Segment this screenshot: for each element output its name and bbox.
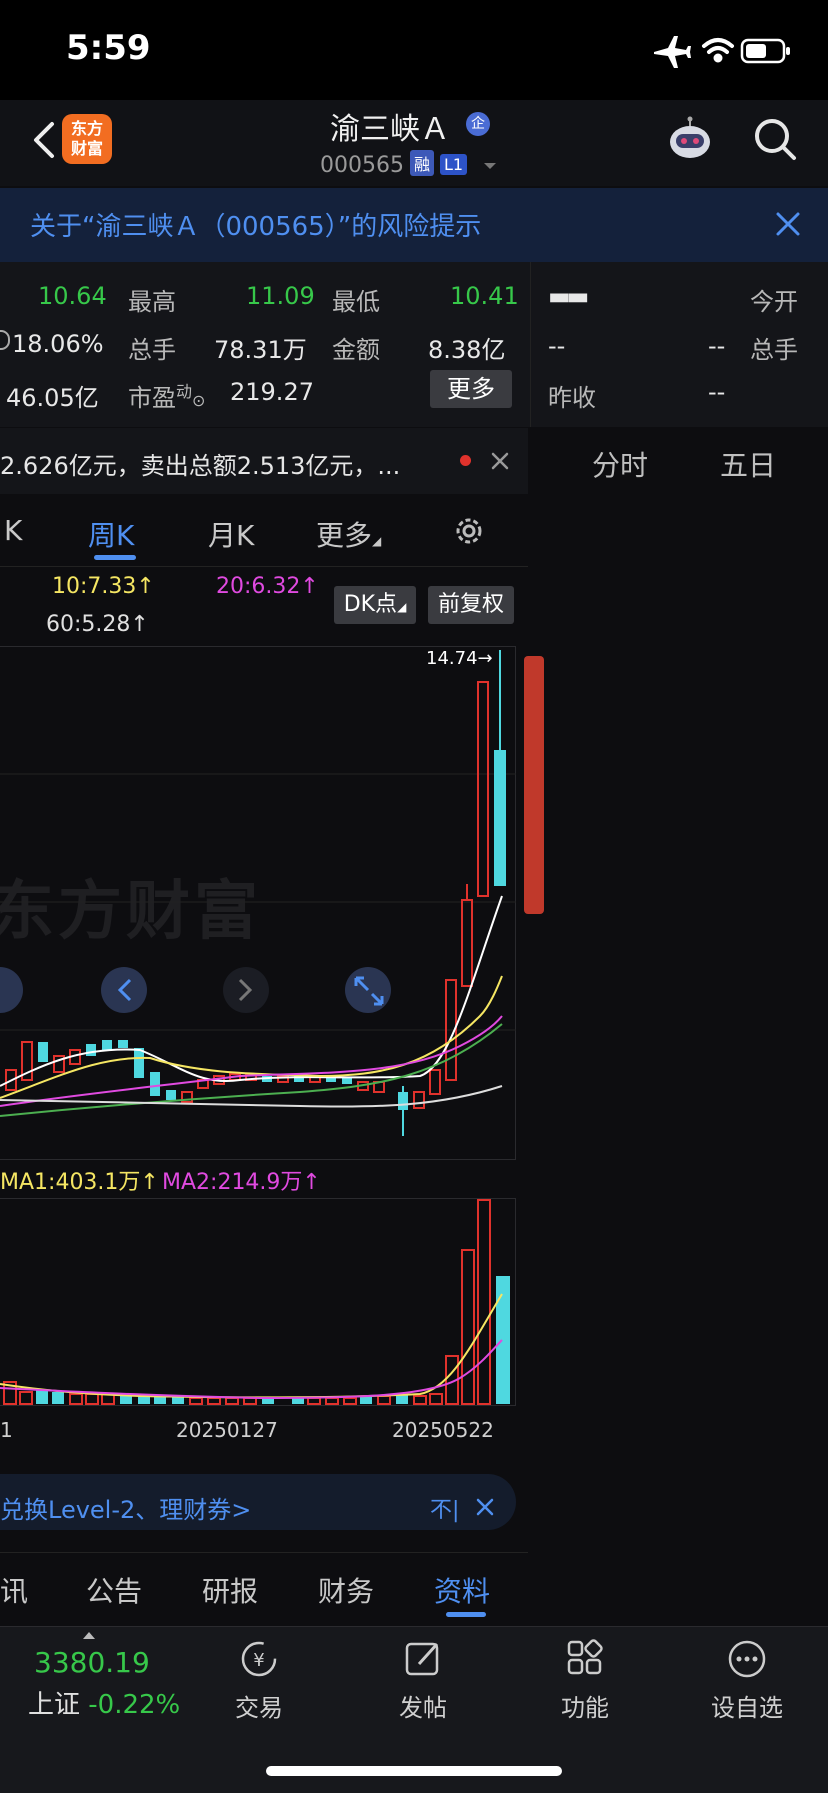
airplane-icon [654,36,691,68]
volume-value: 78.31万 [214,336,307,364]
tab-announcements[interactable]: 公告 [86,1570,142,1610]
tab-research[interactable]: 研报 [202,1570,258,1610]
open-label: 今开 [750,288,798,316]
nav-next-button [223,967,269,1013]
high-value: 11.09 [246,282,315,310]
tab-week-k[interactable]: 周K [88,514,134,554]
close-icon[interactable] [489,450,511,472]
tab-five-day[interactable]: 五日 [720,444,776,484]
ma20-label: 20:6.32↑ [216,574,319,599]
close-icon[interactable] [474,1496,496,1518]
enterprise-badge: 企 [466,112,490,136]
grid-icon [567,1639,603,1675]
search-icon[interactable] [752,116,798,162]
ma60-label: 60:5.28↑ [46,612,149,637]
index-value[interactable]: 3380.19 [34,1646,150,1679]
edit-icon [405,1642,439,1676]
candles [5,650,506,1136]
tab-more[interactable]: 更多◢ [316,514,381,554]
price-placeholder: ▬▬ [548,282,589,310]
quote-value: 10.64 [38,282,107,310]
dock-trade[interactable]: ¥ 交易 [204,1638,314,1723]
dk-point-button[interactable]: DK点◢ [334,586,416,624]
volume-ma-lines [0,1293,503,1400]
status-icons [652,30,792,74]
tab-profile[interactable]: 资料 [434,1570,490,1610]
right-volume-label: 总手 [750,336,798,364]
kline-tabs [0,496,528,567]
dropdown-icon [484,163,497,169]
nav-prev-button [101,967,147,1013]
tab-month-k[interactable]: 月K [208,514,254,554]
promo-dismiss-text[interactable]: 不| [430,1492,459,1524]
low-label: 最低 [332,288,380,316]
volume-chart[interactable] [0,1198,516,1406]
volume-label: 总手 [128,336,176,364]
amount-value: 8.38亿 [428,336,506,364]
vol-ma2-label: MA2:214.9万↑ [162,1170,321,1195]
active-tab-indicator [94,555,136,560]
adjust-forward-button[interactable]: 前复权 [428,586,514,624]
trade-icon: ¥ [241,1641,277,1677]
prev-close-label: 昨收 [548,384,596,412]
status-time: 5:59 [66,28,151,68]
expand-up-icon[interactable] [82,1630,96,1640]
stock-code-line[interactable]: 000565 融 L1 [320,150,498,178]
tab-finance[interactable]: 财务 [318,1570,374,1610]
low-value: 10.41 [450,282,519,310]
date-label-2: 20250522 [392,1418,494,1442]
robot-assistant-icon[interactable] [664,114,716,166]
nav-controls [0,967,391,1013]
risk-notice-text[interactable]: 关于“渝三峡Ａ（000565）”的风险提示 [30,206,481,243]
home-indicator[interactable] [266,1766,562,1776]
tab-day-k[interactable]: K [4,514,22,547]
high-label: 最高 [128,288,176,316]
kline-chart[interactable] [0,646,516,1160]
active-tab-indicator [446,1612,486,1617]
market-cap-value: 46.05亿 [6,384,99,412]
nav-left-partial-button [0,967,23,1013]
vol-ma1-label: MA1:403.1万↑ [0,1170,159,1195]
amount-label: 金额 [332,336,380,364]
pe-label: 市盈动⊙ [128,382,206,412]
trading-notice-text[interactable]: 2.626亿元，卖出总额2.513亿元，... [0,446,400,481]
wifi-icon [702,38,734,63]
margin-tag: 融 [409,150,434,176]
battery-icon [740,38,790,64]
pe-value: 219.27 [230,378,314,406]
tab-intraday[interactable]: 分时 [592,444,648,484]
date-label-left: 1 [0,1418,13,1442]
app-logo: 东方 财富 [62,114,112,164]
index-name[interactable]: 上证 -0.22% [28,1684,180,1721]
side-volume-bar [524,656,544,914]
turnover-value: 18.06% [12,330,104,358]
placeholder-1: -- [548,332,566,360]
tab-news[interactable]: 讯 [0,1570,28,1610]
more-button[interactable]: 更多 [430,370,512,408]
dock-post[interactable]: 发帖 [368,1638,478,1723]
promo-text[interactable]: 兑换Level-2、理财券> [0,1490,251,1525]
max-price-label: 14.74→ [426,648,493,669]
more-circle-icon [728,1640,766,1678]
placeholder-2: -- [708,332,726,360]
dock-add-watchlist[interactable]: 设自选 [692,1638,802,1723]
dock-features[interactable]: 功能 [530,1638,640,1723]
date-label-1: 20250127 [176,1418,278,1442]
level1-tag: L1 [440,154,468,175]
stock-code: 000565 [320,153,404,178]
unread-dot [460,455,471,466]
gear-icon[interactable] [452,514,486,548]
volume-bars [3,1199,510,1405]
close-icon[interactable] [772,208,804,240]
placeholder-3: -- [708,378,726,406]
back-icon[interactable] [26,120,66,160]
ma10-label: 10:7.33↑ [52,574,155,599]
svg-text:¥: ¥ [253,1650,264,1671]
